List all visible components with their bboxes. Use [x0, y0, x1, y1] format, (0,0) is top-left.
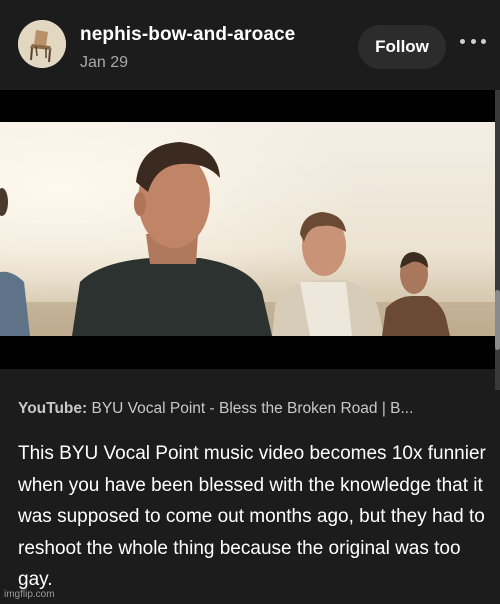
post-date: Jan 29 [80, 54, 129, 71]
link-source-label: YouTube: [18, 400, 88, 417]
dot [481, 38, 486, 44]
follow-button[interactable]: Follow [358, 25, 446, 69]
author-username[interactable]: nephis-bow-and-aroace [80, 24, 295, 46]
dot [470, 38, 476, 44]
video-thumbnail[interactable] [0, 122, 500, 336]
video-embed[interactable] [0, 90, 500, 369]
dot [460, 38, 465, 44]
imgflip-watermark: imgflip.com [4, 589, 55, 600]
tumblr-post: nephis-bow-and-aroace Jan 29 Follow YouT… [0, 0, 500, 604]
chair-image [18, 20, 66, 68]
scrollbar-thumb[interactable] [495, 290, 500, 350]
link-title[interactable]: BYU Vocal Point - Bless the Broken Road … [91, 400, 413, 417]
video-link-caption[interactable]: YouTube: BYU Vocal Point - Bless the Bro… [18, 400, 488, 418]
post-body-text: This BYU Vocal Point music video becomes… [18, 443, 486, 590]
post-header: nephis-bow-and-aroace Jan 29 Follow [0, 0, 500, 86]
scrollbar-track[interactable] [495, 90, 500, 390]
video-still-image [0, 122, 500, 336]
more-options-icon[interactable] [460, 34, 486, 48]
author-avatar[interactable] [18, 20, 66, 68]
